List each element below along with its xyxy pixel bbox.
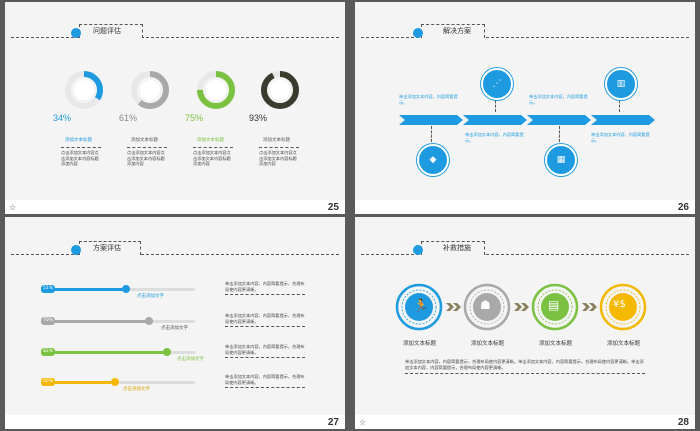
- bar-caption-1: 点击添加文字: [137, 294, 164, 299]
- timeline-text-4: 单击添加文本内容，内容简要提示。: [591, 132, 650, 143]
- percent-label-2: 61%: [119, 113, 138, 123]
- star-icon: ☆: [9, 203, 17, 212]
- item-text-4: 点击添加文本内容点击添加文本内容标题添加内容: [259, 147, 299, 167]
- header-divider: [361, 37, 689, 38]
- percent-label-3: 75%: [185, 113, 204, 123]
- slide-number: 28: [677, 417, 689, 428]
- slide-header: 方案评估: [11, 241, 339, 261]
- slide-28[interactable]: 补救措施 🏃 ☗ ▤ ¥$ 添加文本标题 添加文本标题 添加文本标题 添加文本标…: [355, 217, 695, 429]
- star-icon: ☆: [359, 418, 367, 427]
- presenter-icon: ☗: [480, 298, 491, 312]
- bar-badge-3: 82%: [41, 348, 55, 356]
- chevron-right-icon: [514, 303, 529, 311]
- bar-text-1: 单击添加文本内容，内容简要提示，合理布局使内容更清晰。: [225, 281, 305, 295]
- bar-badge-2: 70%: [41, 317, 55, 325]
- item-text-2: 点击添加文本内容点击添加文本内容标题添加内容: [127, 147, 167, 167]
- timeline-text-3: 单击添加文本内容，内容简要提示。: [529, 94, 588, 105]
- header-divider: [11, 254, 339, 255]
- timeline-text-1: 单击添加文本内容，内容简要提示。: [399, 94, 458, 105]
- progress-ring-2: [131, 71, 169, 109]
- bar-fill-3: [55, 351, 170, 354]
- slide-27[interactable]: 方案评估 51% 点击添加文字 单击添加文本内容，内容简要提示，合理布局使内容更…: [5, 217, 345, 429]
- slide-header: 补救措施: [361, 241, 689, 261]
- item-caption-1: 添加文本标题: [65, 138, 92, 143]
- item-caption-4: 添加文本标题: [263, 138, 290, 143]
- bar-fill-1: [55, 288, 126, 291]
- grid-icon: ▦: [556, 155, 566, 165]
- slide-number: 25: [327, 202, 339, 213]
- bar-knob-1[interactable]: [122, 285, 130, 293]
- title-dot-icon: [71, 245, 81, 255]
- progress-ring-1: [65, 71, 103, 109]
- connector-1: [431, 126, 432, 142]
- step-label-2: 添加文本标题: [471, 341, 505, 347]
- slide-number: 26: [677, 202, 689, 213]
- item-text-3: 点击添加文本内容点击添加文本内容标题添加内容: [193, 147, 233, 167]
- timeline-text-2: 单击添加文本内容，内容简要提示。: [465, 132, 524, 143]
- connector-3: [559, 126, 560, 142]
- bar-text-3: 单击添加文本内容，内容简要提示，合理布局使内容更清晰。: [225, 344, 305, 358]
- bar-caption-2: 点击添加文字: [161, 326, 188, 331]
- percent-label-4: 93%: [249, 113, 268, 123]
- title-dot-icon: [413, 28, 423, 38]
- bar-badge-1: 51%: [41, 285, 55, 293]
- header-divider: [11, 37, 339, 38]
- coins-icon: ¥$: [613, 299, 626, 310]
- title-dot-icon: [71, 28, 81, 38]
- bar-caption-3: 点击添加文字: [177, 357, 204, 362]
- step-label-1: 添加文本标题: [403, 341, 437, 347]
- body-text: 单击添加文本内容，内容简要提示，合理布局使内容更清晰。单击添加文本内容，内容简要…: [405, 359, 645, 374]
- bar-text-2: 单击添加文本内容，内容简要提示，合理布局使内容更清晰。: [225, 313, 305, 327]
- slide-footer: ☆ 25: [5, 200, 345, 214]
- percent-label-1: 34%: [53, 113, 72, 123]
- slide-title: 方案评估: [93, 244, 121, 252]
- slide-footer: 27: [5, 415, 345, 429]
- slide-footer: 26: [355, 200, 695, 214]
- bar-text-4: 单击添加文本内容，内容简要提示，合理布局使内容更清晰。: [225, 374, 305, 388]
- bar-caption-4: 点击添加文字: [123, 387, 150, 392]
- step-label-4: 添加文本标题: [607, 341, 641, 347]
- slide-header: 解决方案: [361, 24, 689, 44]
- slide-title: 解决方案: [443, 27, 471, 35]
- item-caption-2: 添加文本标题: [131, 138, 158, 143]
- network-icon: ⋰: [492, 79, 502, 89]
- timeline-node-4: ▥: [605, 68, 637, 100]
- slide-title: 问题评估: [93, 27, 121, 35]
- timeline-arrows: [399, 115, 655, 125]
- progress-ring-4: [261, 71, 299, 109]
- chevron-right-icon: [446, 303, 461, 311]
- timeline-node-1: ◆: [417, 144, 449, 176]
- title-dot-icon: [413, 245, 423, 255]
- slide-26[interactable]: 解决方案 ◆ ⋰ ▦ ▥ 单击添加文本内容，内容简要提示。 单击添加文本内容，内…: [355, 2, 695, 214]
- slide-footer: ☆ 28: [355, 415, 695, 429]
- slide-header: 问题评估: [11, 24, 339, 44]
- bar-badge-4: 40%: [41, 378, 55, 386]
- bar-fill-4: [55, 381, 111, 384]
- bar-fill-2: [55, 320, 153, 323]
- slide-number: 27: [327, 417, 339, 428]
- chevron-right-icon: [582, 303, 597, 311]
- timeline-node-2: ⋰: [481, 68, 513, 100]
- item-caption-3: 添加文本标题: [197, 138, 224, 143]
- progress-ring-3: [197, 71, 235, 109]
- bar-knob-4[interactable]: [111, 378, 119, 386]
- timeline-node-3: ▦: [545, 144, 577, 176]
- diamond-icon: ◆: [429, 155, 437, 165]
- bar-knob-3[interactable]: [163, 348, 171, 356]
- item-text-1: 点击添加文本内容点击添加文本内容标题添加内容: [61, 147, 101, 167]
- header-divider: [361, 254, 689, 255]
- runner-icon: 🏃: [413, 299, 430, 314]
- bar-knob-2[interactable]: [145, 317, 153, 325]
- slide-title: 补救措施: [443, 244, 471, 252]
- slide-25[interactable]: 问题评估 34% 61% 75% 93% 添加文本标题 添加文本标题 添加文本标…: [5, 2, 345, 214]
- growth-chart-icon: ▤: [548, 298, 560, 312]
- step-label-3: 添加文本标题: [539, 341, 573, 347]
- chart-icon: ▥: [616, 79, 626, 89]
